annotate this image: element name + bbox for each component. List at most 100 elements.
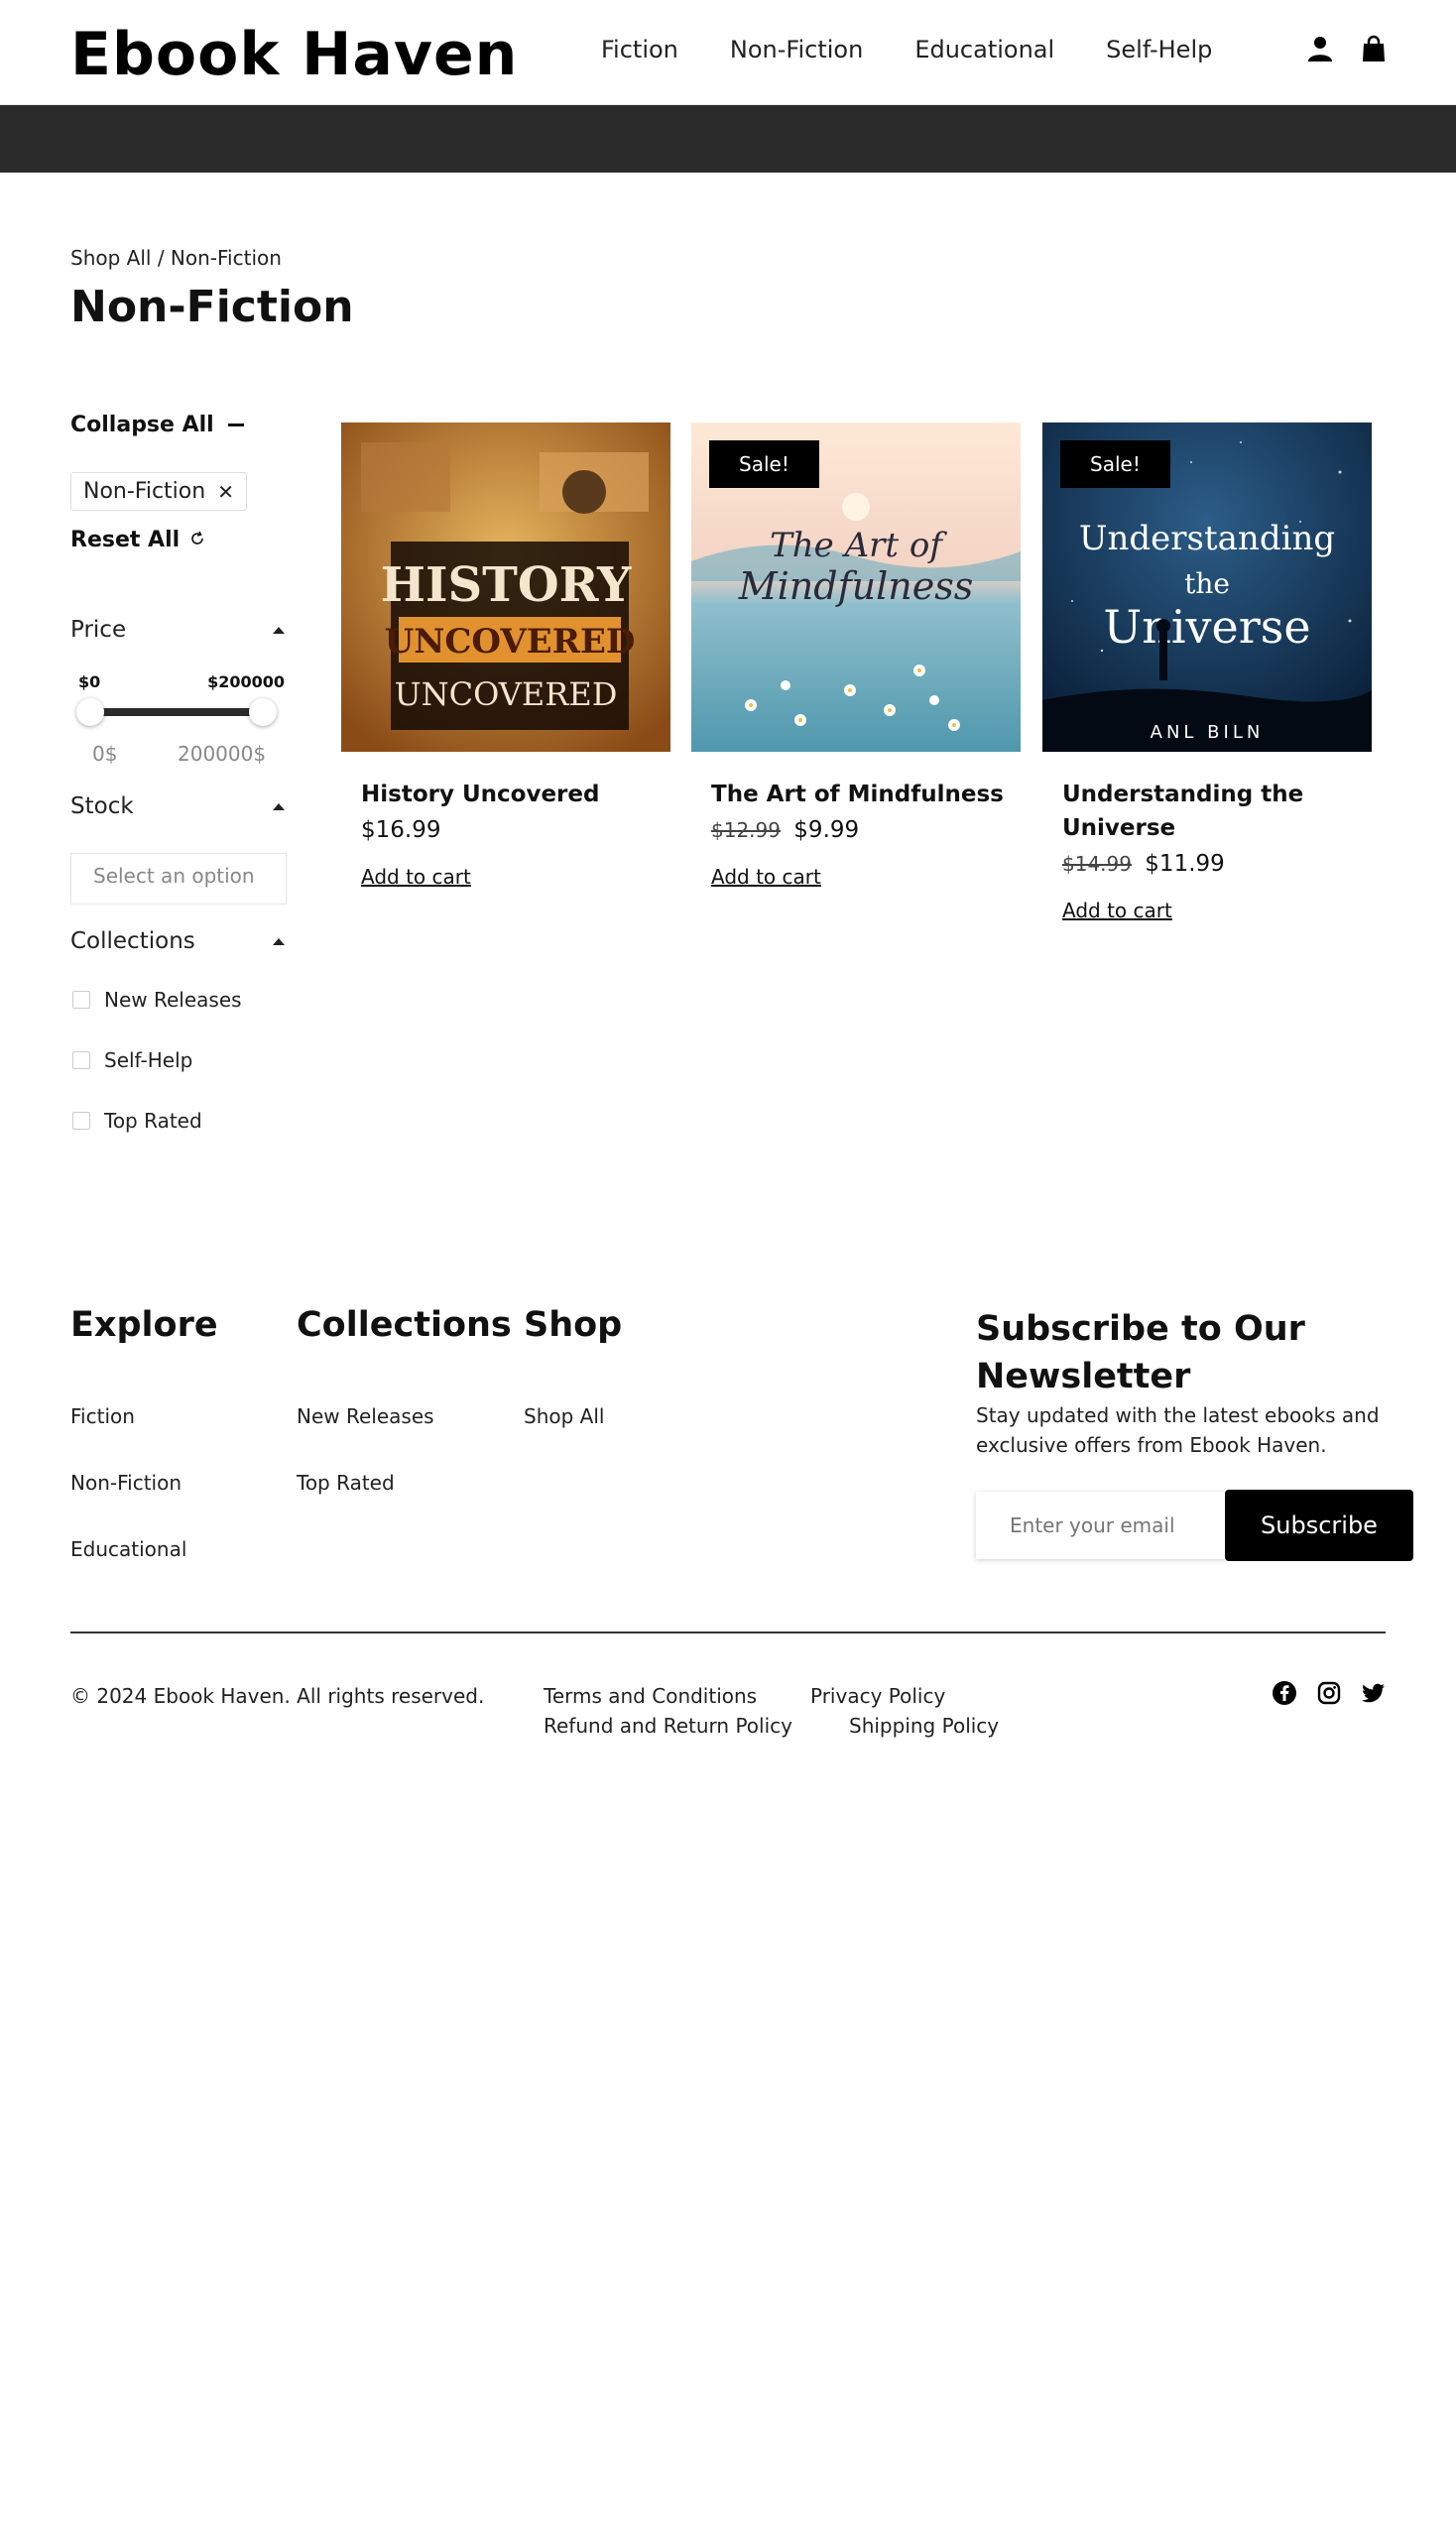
product-name[interactable]: The Art of Mindfulness [711, 778, 1009, 811]
current-price: $16.99 [361, 817, 441, 843]
newsletter-description: Stay updated with the latest ebooks and … [976, 1403, 1380, 1457]
nav-non-fiction[interactable]: Non-Fiction [730, 36, 863, 63]
product-card: The Art of Mindfulness Sale! The Art of … [691, 423, 1021, 889]
product-name[interactable]: History Uncovered [361, 778, 659, 811]
refund-link[interactable]: Refund and Return Policy [544, 1714, 792, 1738]
page-title: Non-Fiction [70, 282, 354, 332]
add-to-cart-button[interactable]: Add to cart [1062, 899, 1172, 922]
shipping-link[interactable]: Shipping Policy [849, 1714, 999, 1738]
cover-title-line: Mindfulness [738, 564, 974, 608]
collection-option-label: Self-Help [104, 1048, 193, 1072]
facebook-icon[interactable] [1272, 1680, 1297, 1706]
price-min-label: $0 [78, 672, 101, 691]
original-price: $14.99 [1062, 852, 1132, 876]
price-max-value: 200000$ [178, 742, 267, 766]
price-slider-track[interactable] [90, 708, 265, 716]
stock-filter-label: Stock [70, 793, 134, 819]
price-filter-toggle[interactable]: Price [70, 617, 285, 643]
reset-all-button[interactable]: Reset All [70, 528, 205, 552]
cover-title-line: HISTORY [381, 557, 632, 613]
collection-option-label: New Releases [104, 988, 242, 1012]
product-price: $14.99 $11.99 [1062, 851, 1225, 877]
refresh-icon [189, 528, 205, 552]
footer-collections-title: Collections [297, 1305, 512, 1345]
active-filter-label: Non-Fiction [83, 479, 206, 504]
cover-title-line: The Art of [770, 526, 947, 565]
chevron-up-icon [273, 937, 285, 945]
cover-title-line: UNCOVERED [395, 675, 618, 713]
product-card: HISTORY UNCOVERED UNCOVERED History Unco… [341, 423, 670, 889]
checkbox[interactable] [72, 1051, 90, 1069]
book-cover-understanding-universe[interactable]: Understanding the Universe ANL BILN Sale… [1042, 423, 1372, 752]
chevron-up-icon [273, 802, 285, 810]
active-filter-chip[interactable]: Non-Fiction ✕ [70, 472, 247, 511]
collection-option-top-rated[interactable]: Top Rated [72, 1109, 202, 1133]
privacy-link[interactable]: Privacy Policy [810, 1684, 945, 1708]
collection-option-label: Top Rated [104, 1109, 202, 1133]
product-price: $12.99 $9.99 [711, 817, 859, 843]
newsletter-title: Subscribe to Our Newsletter [976, 1309, 1305, 1396]
collapse-all-label: Collapse All [70, 413, 214, 437]
footer-link-new-releases[interactable]: New Releases [297, 1404, 434, 1428]
sale-badge: Sale! [1060, 440, 1170, 488]
reset-all-label: Reset All [70, 528, 181, 552]
footer-link-non-fiction[interactable]: Non-Fiction [70, 1471, 182, 1495]
footer-link-top-rated[interactable]: Top Rated [297, 1471, 395, 1495]
product-name[interactable]: Understanding the Universe [1062, 778, 1360, 845]
sale-badge: Sale! [709, 440, 819, 488]
shopping-bag-icon[interactable] [1359, 34, 1389, 63]
current-price: $11.99 [1145, 851, 1225, 877]
twitter-icon[interactable] [1361, 1680, 1387, 1706]
cover-title-line: Universe [1103, 600, 1310, 654]
book-cover-history-uncovered[interactable]: HISTORY UNCOVERED UNCOVERED [341, 423, 670, 752]
price-slider-max-handle[interactable] [249, 698, 277, 726]
cover-author: ANL BILN [1151, 722, 1265, 743]
collections-filter-label: Collections [70, 928, 195, 954]
user-icon[interactable] [1305, 34, 1335, 63]
product-price: $16.99 [361, 817, 440, 843]
main-nav: Fiction Non-Fiction Educational Self-Hel… [601, 36, 1212, 63]
instagram-icon[interactable] [1316, 1680, 1342, 1706]
add-to-cart-button[interactable]: Add to cart [361, 865, 471, 889]
footer-explore-title: Explore [70, 1305, 218, 1345]
price-max-label: $200000 [207, 672, 285, 691]
terms-link[interactable]: Terms and Conditions [544, 1684, 757, 1708]
stock-select[interactable]: Select an option [70, 853, 287, 905]
price-min-value: 0$ [92, 742, 118, 766]
email-input[interactable] [976, 1492, 1226, 1559]
product-card: Understanding the Universe ANL BILN Sale… [1042, 423, 1372, 922]
checkbox[interactable] [72, 1112, 90, 1130]
chevron-up-icon [273, 626, 285, 634]
footer-link-shop-all[interactable]: Shop All [524, 1404, 604, 1428]
original-price: $12.99 [711, 818, 781, 842]
subscribe-button[interactable]: Subscribe [1225, 1490, 1413, 1561]
current-price: $9.99 [793, 817, 860, 843]
nav-self-help[interactable]: Self-Help [1106, 36, 1212, 63]
add-to-cart-button[interactable]: Add to cart [711, 865, 821, 889]
breadcrumb[interactable]: Shop All / Non-Fiction [70, 246, 282, 270]
footer-divider [70, 1632, 1386, 1633]
collections-filter-toggle[interactable]: Collections [70, 928, 285, 954]
collection-option-self-help[interactable]: Self-Help [72, 1048, 192, 1072]
footer-link-fiction[interactable]: Fiction [70, 1404, 135, 1428]
price-filter-label: Price [70, 617, 127, 643]
cover-title-line: UNCOVERED [385, 622, 636, 662]
footer-shop-title: Shop [524, 1305, 623, 1345]
minus-icon [227, 423, 244, 426]
price-slider-min-handle[interactable] [76, 698, 104, 726]
header-actions [1305, 34, 1389, 63]
cover-title-line: Understanding [1079, 519, 1335, 558]
nav-fiction[interactable]: Fiction [601, 36, 678, 63]
copyright: © 2024 Ebook Haven. All rights reserved. [70, 1684, 485, 1708]
stock-filter-toggle[interactable]: Stock [70, 793, 285, 819]
site-header: Ebook Haven Fiction Non-Fiction Educatio… [0, 0, 1456, 105]
promo-banner [0, 105, 1456, 173]
collapse-all-button[interactable]: Collapse All [70, 413, 244, 437]
collection-option-new-releases[interactable]: New Releases [72, 988, 242, 1012]
nav-educational[interactable]: Educational [914, 36, 1054, 63]
site-logo[interactable]: Ebook Haven [70, 20, 518, 89]
close-icon[interactable]: ✕ [217, 480, 234, 504]
book-cover-art-of-mindfulness[interactable]: The Art of Mindfulness Sale! [691, 423, 1021, 752]
footer-link-educational[interactable]: Educational [70, 1537, 186, 1561]
checkbox[interactable] [72, 991, 90, 1009]
